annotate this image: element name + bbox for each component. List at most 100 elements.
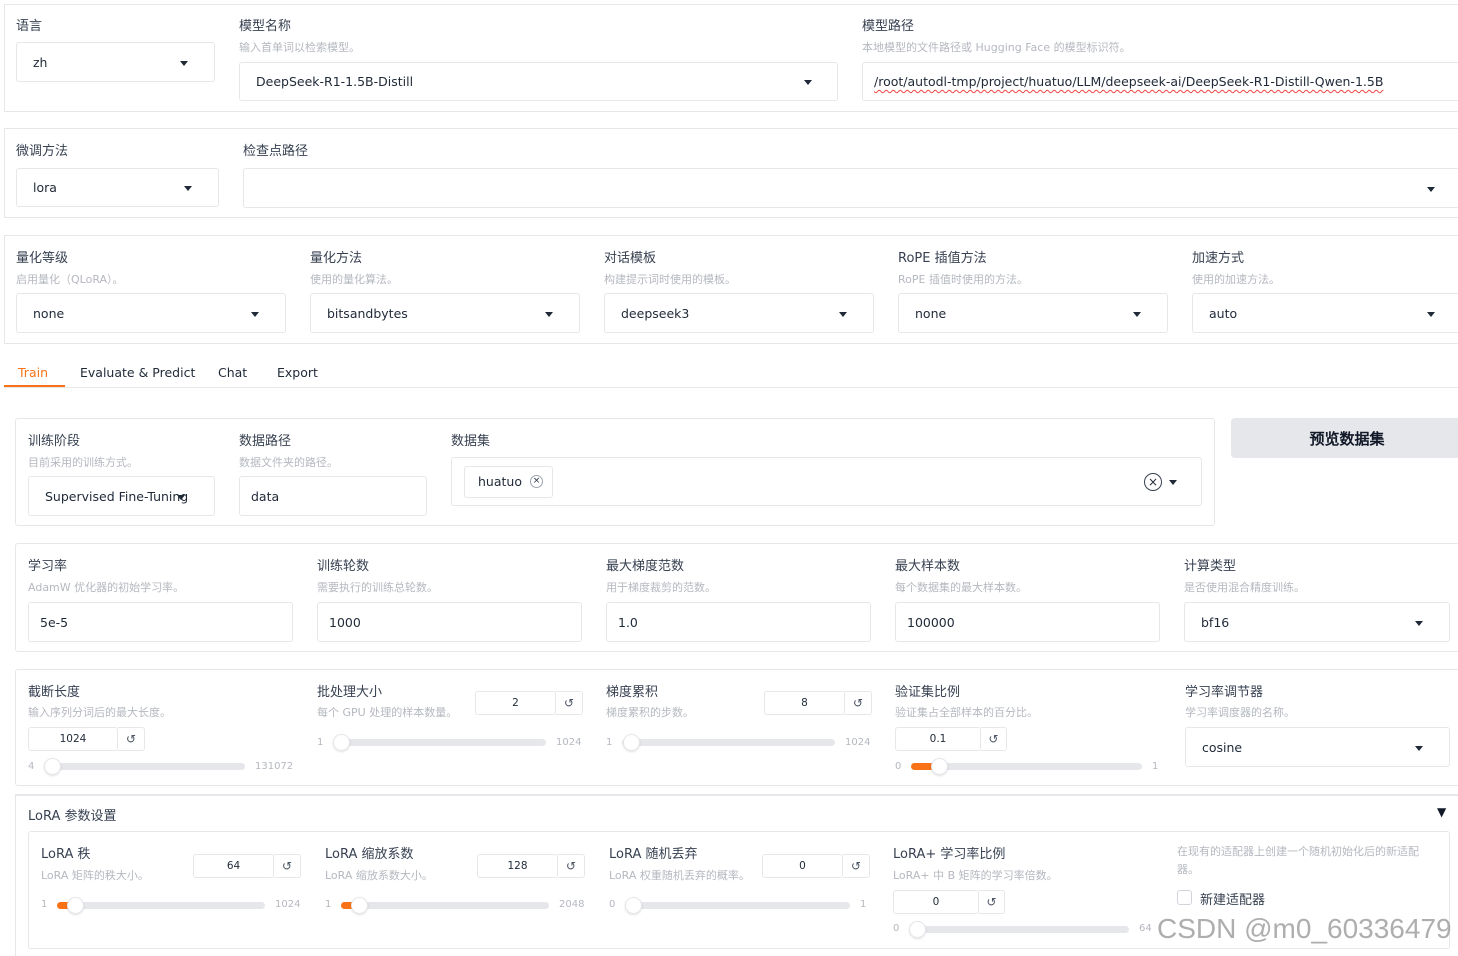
clear-all-icon[interactable]: × <box>1144 473 1162 491</box>
cutoff-len-hint: 输入序列分词后的最大长度。 <box>28 706 171 719</box>
grad-accum-input[interactable]: 8 <box>764 691 845 715</box>
template-label: 对话模板 <box>604 251 657 266</box>
max-grad-norm-input[interactable]: 1.0 <box>606 602 871 642</box>
loraplus-input[interactable]: 0 <box>893 890 979 914</box>
compute-type-dropdown[interactable]: bf16 <box>1184 602 1450 642</box>
rope-hint: RoPE 插值时使用的方法。 <box>898 273 1028 286</box>
lora-dropout-hint: LoRA 权重随机丢弃的概率。 <box>609 869 750 882</box>
cutoff-len-input[interactable]: 1024 <box>28 727 118 751</box>
lora-alpha-label: LoRA 缩放系数 <box>325 847 414 862</box>
max-samples-hint: 每个数据集的最大样本数。 <box>895 581 1027 594</box>
batch-size-hint: 每个 GPU 处理的样本数量。 <box>317 706 458 719</box>
create-new-hint: 在现有的适配器上创建一个随机初始化后的新适配器。 <box>1177 845 1419 876</box>
lr-label: 学习率 <box>28 559 68 574</box>
lr-scheduler-dropdown[interactable]: cosine <box>1185 727 1450 767</box>
rope-value: none <box>915 305 947 321</box>
model-path-input[interactable]: /root/autodl-tmp/project/huatuo/LLM/deep… <box>862 62 1458 101</box>
lora-alpha-min: 1 <box>325 899 332 910</box>
checkpoint-dropdown[interactable] <box>243 168 1458 208</box>
lora-dropout-slider[interactable] <box>625 902 850 909</box>
quant-bit-dropdown[interactable]: none <box>16 293 286 333</box>
language-dropdown[interactable]: zh <box>16 42 215 82</box>
lora-dropout-input[interactable]: 0 <box>762 854 843 878</box>
lora-section-title[interactable]: LoRA 参数设置 <box>28 805 117 824</box>
tab-train-underline <box>4 385 65 387</box>
finetune-method-value: lora <box>33 180 57 195</box>
preview-dataset-button[interactable]: 预览数据集 <box>1231 418 1458 458</box>
lora-rank-hint: LoRA 矩阵的秩大小。 <box>41 869 149 882</box>
language-label: 语言 <box>16 19 43 34</box>
lr-value: 5e-5 <box>40 614 69 630</box>
reset-icon[interactable]: ↺ <box>979 890 1005 914</box>
lora-rank-input[interactable]: 64 <box>193 854 274 878</box>
max-samples-label: 最大样本数 <box>895 559 961 574</box>
loraplus-label: LoRA+ 学习率比例 <box>893 847 1006 862</box>
dataset-dir-hint: 数据文件夹的路径。 <box>239 456 338 469</box>
cutoff-len-slider-thumb[interactable] <box>44 758 61 775</box>
chip-remove-icon[interactable]: × <box>529 475 543 488</box>
tab-export[interactable]: Export <box>277 365 318 380</box>
reset-icon[interactable]: ↺ <box>981 727 1007 751</box>
rope-dropdown[interactable]: none <box>898 293 1168 333</box>
val-size-label: 验证集比例 <box>895 685 961 700</box>
reset-icon[interactable]: ↺ <box>118 727 145 751</box>
lora-alpha-input[interactable]: 128 <box>477 854 558 878</box>
max-grad-norm-label: 最大梯度范数 <box>606 559 685 574</box>
loraplus-slider-thumb[interactable] <box>909 921 926 938</box>
val-size-input[interactable]: 0.1 <box>895 727 981 751</box>
compute-type-value: bf16 <box>1201 614 1230 630</box>
reset-icon[interactable]: ↺ <box>843 854 870 878</box>
lr-scheduler-label: 学习率调节器 <box>1185 685 1264 700</box>
loraplus-min: 0 <box>893 923 900 934</box>
loraplus-slider[interactable] <box>909 926 1129 933</box>
reset-icon[interactable]: ↺ <box>845 691 872 715</box>
grad-accum-slider-thumb[interactable] <box>623 734 640 751</box>
max-samples-input[interactable]: 100000 <box>895 602 1160 642</box>
tab-train[interactable]: Train <box>18 365 48 380</box>
lora-alpha-slider[interactable] <box>341 902 549 909</box>
lora-rank-slider[interactable] <box>57 902 265 909</box>
template-dropdown[interactable]: deepseek3 <box>604 293 874 333</box>
val-size-max: 1 <box>1152 761 1159 772</box>
tab-chat[interactable]: Chat <box>218 365 247 380</box>
lr-input[interactable]: 5e-5 <box>28 602 293 642</box>
cutoff-len-min: 4 <box>28 761 35 772</box>
reset-icon[interactable]: ↺ <box>556 691 583 715</box>
reset-icon[interactable]: ↺ <box>558 854 585 878</box>
model-name-value: DeepSeek-R1-1.5B-Distill <box>256 74 414 89</box>
lora-dropout-slider-thumb[interactable] <box>625 897 642 914</box>
finetune-method-dropdown[interactable]: lora <box>16 168 219 207</box>
epochs-input[interactable]: 1000 <box>317 602 582 642</box>
epochs-hint: 需要执行的训练总轮数。 <box>317 581 438 594</box>
checkpoint-label: 检查点路径 <box>243 144 309 159</box>
val-size-hint: 验证集占全部样本的百分比。 <box>895 706 1038 719</box>
quant-bit-value: none <box>33 305 65 321</box>
booster-dropdown[interactable]: auto <box>1192 293 1458 333</box>
batch-size-slider-thumb[interactable] <box>333 734 350 751</box>
lora-rank-slider-thumb[interactable] <box>67 897 84 914</box>
dataset-dir-input[interactable]: data <box>239 476 427 516</box>
batch-size-slider[interactable] <box>333 739 546 746</box>
quant-method-dropdown[interactable]: bitsandbytes <box>310 293 580 333</box>
dataset-dir-label: 数据路径 <box>239 434 292 449</box>
create-new-checkbox[interactable] <box>1177 890 1192 905</box>
dataset-multiselect[interactable]: huatuo × × <box>451 457 1202 506</box>
max-samples-value: 100000 <box>907 614 955 630</box>
reset-icon[interactable]: ↺ <box>274 854 301 878</box>
tab-evaluate-predict[interactable]: Evaluate & Predict <box>80 365 195 380</box>
val-size-slider-thumb[interactable] <box>931 758 948 775</box>
batch-size-input[interactable]: 2 <box>475 691 556 715</box>
chevron-down-icon <box>1169 480 1177 485</box>
grad-accum-slider[interactable] <box>622 739 835 746</box>
cutoff-len-slider[interactable] <box>44 763 245 770</box>
model-name-dropdown[interactable]: DeepSeek-R1-1.5B-Distill <box>239 62 838 101</box>
grad-accum-min: 1 <box>606 737 613 748</box>
collapse-icon[interactable]: ▼ <box>1437 805 1446 819</box>
template-hint: 构建提示词时使用的模板。 <box>604 273 736 286</box>
template-value: deepseek3 <box>621 305 690 321</box>
lora-alpha-slider-thumb[interactable] <box>351 897 368 914</box>
stage-value: Supervised Fine-Tuning <box>45 488 189 504</box>
stage-dropdown[interactable]: Supervised Fine-Tuning <box>28 476 215 516</box>
lora-rank-min: 1 <box>41 899 48 910</box>
lora-alpha-hint: LoRA 缩放系数大小。 <box>325 869 433 882</box>
